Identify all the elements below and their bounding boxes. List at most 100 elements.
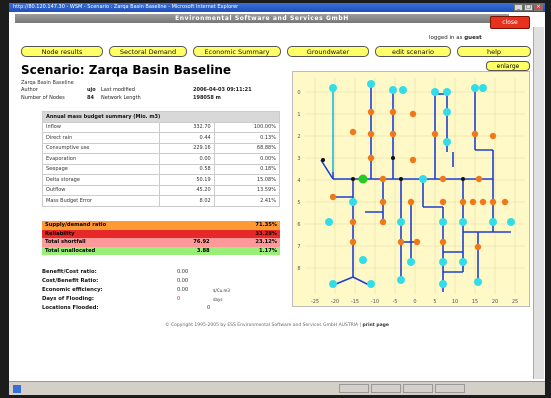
network-node-demand xyxy=(439,175,447,183)
nav-node-results[interactable]: Node results xyxy=(21,46,103,57)
enlarge-button[interactable]: enlarge xyxy=(486,61,530,71)
x-tick-label: -10 xyxy=(371,299,379,305)
login-user: guest xyxy=(464,35,482,41)
network-node-supply xyxy=(399,86,407,94)
status-segment xyxy=(371,384,401,393)
network-node-supply xyxy=(479,84,487,92)
network-node-junction xyxy=(391,156,395,160)
nav-groundwater[interactable]: Groundwater xyxy=(287,46,369,57)
nav-economic-summary[interactable]: Economic Summary xyxy=(193,46,281,57)
y-tick-label: 8 xyxy=(297,266,300,272)
company-banner: Environmental Software and Services GmbH xyxy=(15,14,509,23)
row-pct: 2.41% xyxy=(213,195,281,207)
x-tick-label: -5 xyxy=(393,299,398,305)
perf-unit: days xyxy=(213,297,223,302)
page-icon xyxy=(13,385,21,393)
x-tick-label: 5 xyxy=(433,299,436,305)
network-node-supply xyxy=(349,198,357,206)
perf-value: 0 xyxy=(177,296,181,302)
row-label: Delta storage xyxy=(42,174,160,186)
window-controls: _ □ × xyxy=(514,4,543,11)
y-tick-label: 7 xyxy=(297,244,300,250)
close-button[interactable]: close xyxy=(490,16,530,29)
author-label: Author xyxy=(21,87,38,93)
network-node-supply xyxy=(329,280,337,288)
network-node-demand xyxy=(349,128,357,136)
table-row: Seepage 0.58 0.18% xyxy=(42,163,281,175)
status-bar xyxy=(9,381,545,395)
network-node-demand xyxy=(459,198,467,206)
close-window-icon[interactable]: × xyxy=(534,4,543,11)
network-node-supply xyxy=(367,80,375,88)
row-pct: 68.88% xyxy=(213,142,281,154)
row-pct: 0.13% xyxy=(213,132,281,144)
print-page-link[interactable]: print page xyxy=(363,323,389,328)
network-node-demand xyxy=(407,198,415,206)
network-node-demand xyxy=(489,198,497,206)
row-pct: 0.00% xyxy=(213,153,281,165)
row-pct: 0.18% xyxy=(213,163,281,175)
network-node-demand xyxy=(474,243,482,251)
table-row: Inflow 332.70 100.00% xyxy=(42,121,281,133)
network-node-supply xyxy=(325,218,333,226)
perf-label: Cost/Benefit Ratio: xyxy=(42,278,99,284)
maximize-icon[interactable]: □ xyxy=(524,4,533,11)
network-node-demand xyxy=(349,218,357,226)
network-node-demand xyxy=(389,130,397,138)
x-tick-label: -25 xyxy=(311,299,319,305)
network-node-demand xyxy=(469,198,477,206)
row-pct: 15.08% xyxy=(213,174,281,186)
x-tick-label: -20 xyxy=(331,299,339,305)
window-title: http://80.120.147.30 - WSM - Scenario : … xyxy=(13,4,239,10)
mass-budget-table: Annual mass budget summary (Mio. m3) Inf… xyxy=(42,111,281,207)
network-node-demand xyxy=(349,238,357,246)
x-tick-label: 0 xyxy=(413,299,416,305)
network-node-supply xyxy=(419,175,427,183)
x-tick-label: 15 xyxy=(472,299,478,305)
row-value: 0.00 xyxy=(159,153,215,165)
row-label: Inflow xyxy=(42,121,160,133)
browser-window: http://80.120.147.30 - WSM - Scenario : … xyxy=(9,3,545,395)
summary-label: Supply/demand ratio xyxy=(45,222,107,229)
network-node-supply xyxy=(367,280,375,288)
network-node-demand xyxy=(479,198,487,206)
table-row: Delta storage 50.19 15.08% xyxy=(42,174,281,186)
page-title: Scenario: Zarqa Basin Baseline xyxy=(21,63,232,77)
network-node-supply xyxy=(507,218,515,226)
vertical-scrollbar[interactable] xyxy=(533,27,544,379)
x-tick-label: 20 xyxy=(492,299,498,305)
network-node-junction xyxy=(351,177,355,181)
nav-help[interactable]: help xyxy=(457,46,531,57)
login-prefix: logged in as xyxy=(429,35,463,41)
network-node-demand xyxy=(501,198,509,206)
network-link xyxy=(320,159,334,180)
row-pct: 100.00% xyxy=(213,121,281,133)
nav-sectoral-demand[interactable]: Sectoral Demand xyxy=(109,46,187,57)
nav-edit-scenario[interactable]: edit scenario xyxy=(375,46,451,57)
network-node-supply xyxy=(459,218,467,226)
network-node-demand xyxy=(431,130,439,138)
y-tick-label: 1 xyxy=(297,112,300,118)
network-node-demand xyxy=(367,108,375,116)
row-value: 45.20 xyxy=(159,184,215,196)
summary-value xyxy=(158,221,213,230)
network-node-demand xyxy=(379,218,387,226)
row-value: 332.70 xyxy=(159,121,215,133)
map-grid xyxy=(305,78,525,294)
nodes-label: Number of Nodes xyxy=(21,95,65,101)
length-label: Network Length xyxy=(101,95,141,101)
perf-value: 0 xyxy=(207,305,211,311)
mass-budget-header: Annual mass budget summary (Mio. m3) xyxy=(42,111,280,123)
summary-value: 3.88 xyxy=(196,248,210,255)
row-label: Direct rain xyxy=(42,132,160,144)
modified-value: 2006-04-03 09:11:21 xyxy=(193,87,252,93)
network-node-junction xyxy=(461,177,465,181)
x-tick-label: -15 xyxy=(351,299,359,305)
perf-label: Locations Flooded: xyxy=(42,305,99,311)
map-edges xyxy=(320,84,511,292)
summary-label: Total shortfall xyxy=(45,239,86,246)
network-node-demand xyxy=(329,193,337,201)
nav-bar: Node results Sectoral Demand Economic Su… xyxy=(21,46,531,58)
network-map[interactable]: -25 -20 -15 -10 -5 0 5 10 15 20 25 0 1 2 3 4 5 6 7 8 xyxy=(292,71,530,307)
minimize-icon[interactable]: _ xyxy=(514,4,523,11)
